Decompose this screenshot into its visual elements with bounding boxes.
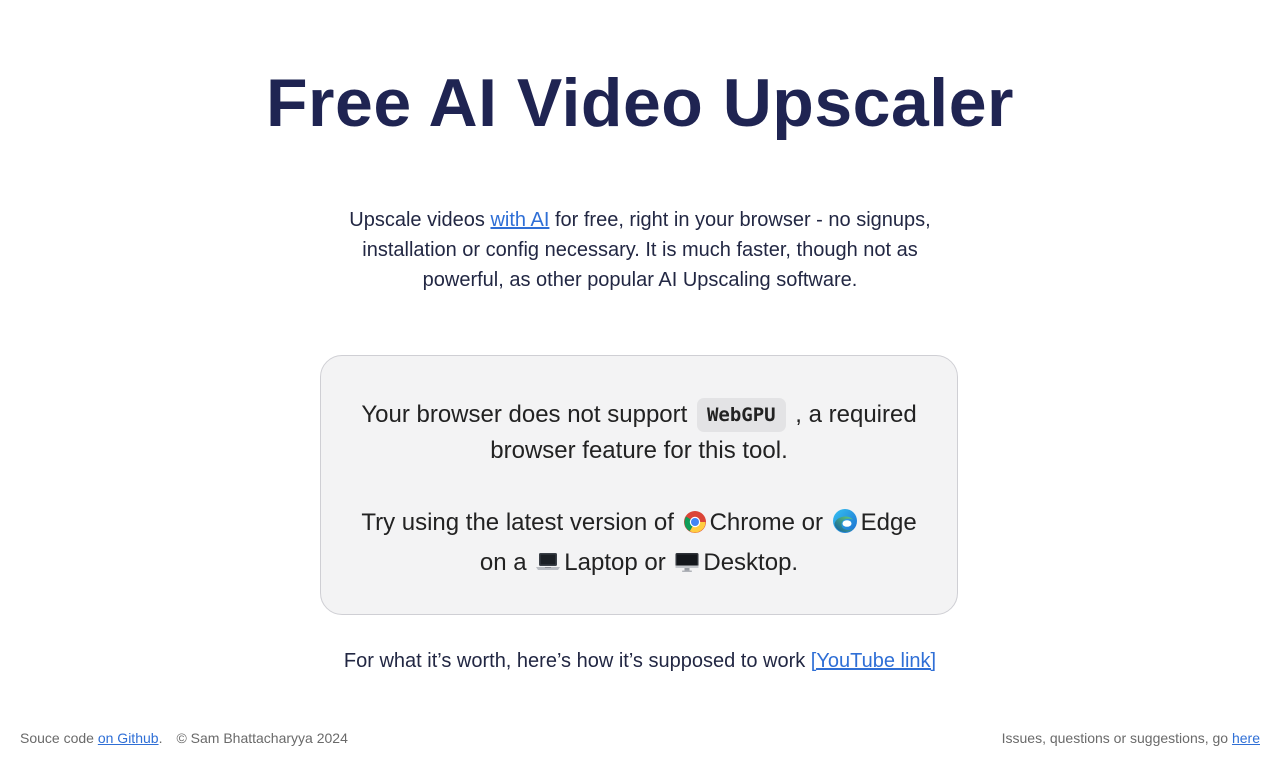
or-text: or	[794, 509, 830, 536]
edge-label: Edge	[860, 509, 917, 536]
with-ai-link[interactable]: with AI	[490, 209, 549, 231]
laptop-label: Laptop	[564, 549, 638, 576]
demo-video-label: For what it’s worth, here’s how it’s sup…	[343, 650, 811, 672]
laptop-icon	[535, 549, 561, 585]
github-link[interactable]: on Github	[98, 730, 159, 746]
suggestion-text-start: Try using the latest version of	[361, 509, 681, 536]
issues-link[interactable]: here	[1232, 730, 1260, 746]
youtube-link[interactable]: [YouTube link]	[811, 650, 936, 672]
desktop-icon	[674, 549, 700, 585]
webgpu-warning-card: Your browser does not support WebGPU , a…	[320, 355, 958, 615]
or-text-2: or	[637, 549, 673, 576]
intro-text: Upscale videos with AI for free, right i…	[330, 205, 950, 295]
page: Free AI Video Upscaler Upscale videos wi…	[0, 0, 1280, 768]
footer-right: Issues, questions or suggestions, go her…	[1002, 729, 1260, 747]
unsupported-text-start: Your browser does not support	[361, 401, 694, 428]
on-a-text: on a	[479, 549, 534, 576]
desktop-label: Desktop.	[703, 549, 799, 576]
source-code-label: Souce code	[20, 730, 98, 746]
source-code-period: .	[158, 730, 163, 746]
page-title: Free AI Video Upscaler	[266, 65, 1014, 141]
chrome-icon	[683, 509, 707, 545]
issues-label: Issues, questions or suggestions, go	[1001, 730, 1232, 746]
demo-video-text: For what it’s worth, here’s how it’s sup…	[0, 646, 1280, 676]
edge-icon	[832, 508, 858, 545]
copyright-text: © Sam Bhattacharyya 2024	[176, 730, 348, 746]
intro-text-start: Upscale videos	[349, 209, 491, 231]
webgpu-code-badge: WebGPU	[696, 398, 786, 432]
browser-suggestion: Try using the latest version of Chrome o…	[321, 505, 957, 585]
chrome-label: Chrome	[709, 509, 795, 536]
footer-left: Souce code on Github. © Sam Bhattacharyya…	[20, 729, 348, 747]
unsupported-message: Your browser does not support WebGPU , a…	[321, 397, 957, 469]
